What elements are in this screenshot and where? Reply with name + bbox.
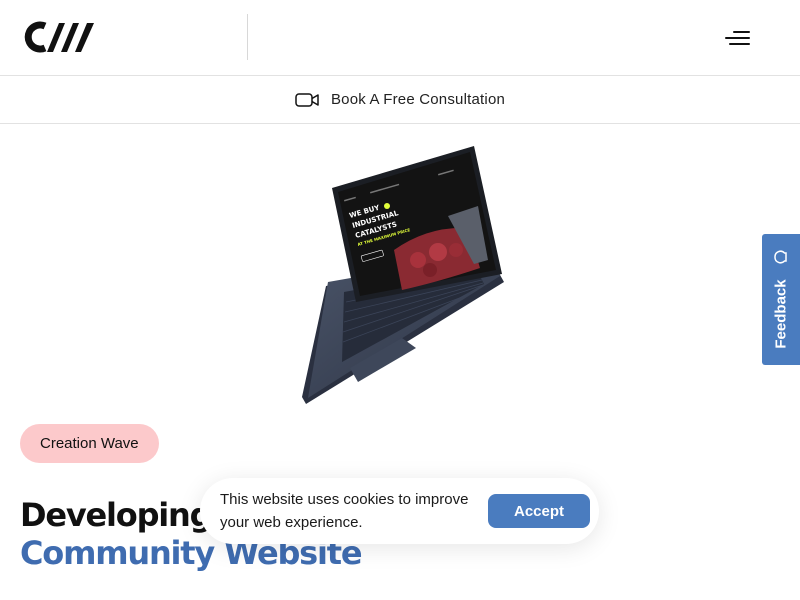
accept-cookies-button[interactable]: Accept [488,494,590,528]
video-camera-icon [295,92,319,107]
hamburger-menu-icon[interactable] [718,22,758,54]
feedback-label: Feedback [772,279,790,349]
book-consultation-link[interactable]: Book A Free Consultation [0,76,800,124]
laptop-mockup: WE BUY INDUSTRIAL CATALYSTS AT THE MAXIM… [302,146,504,404]
cookie-message: This website uses cookies to improve you… [220,491,469,531]
category-tag[interactable]: Creation Wave [20,424,159,463]
feedback-tab[interactable]: Feedback [762,234,800,365]
lightbulb-icon [774,250,787,264]
header-divider [247,14,248,60]
cookie-banner: This website uses cookies to improve you… [200,478,599,544]
brand-logo[interactable] [20,18,96,56]
site-header [0,0,800,76]
consultation-label: Book A Free Consultation [330,91,506,108]
